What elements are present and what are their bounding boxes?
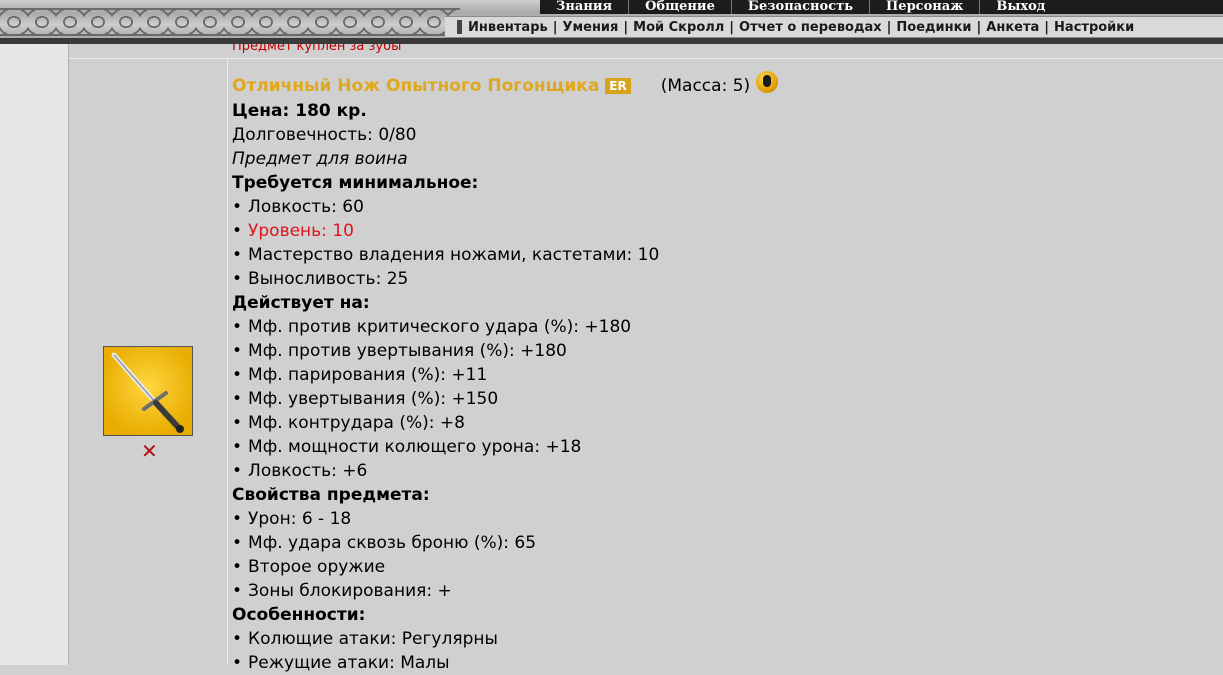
table-top-border — [69, 58, 1223, 59]
effect-item: • Мф. против увертывания (%): +180 — [232, 341, 567, 361]
submenu-separator: | — [976, 19, 982, 35]
header-ornament — [0, 10, 460, 34]
submenu-my-scroll[interactable]: Мой Скролл — [633, 20, 724, 35]
header-bottom-line — [0, 38, 1223, 44]
property-item: • Урон: 6 - 18 — [232, 509, 352, 529]
info-icon[interactable] — [756, 71, 779, 93]
features-title: Особенности: — [232, 605, 366, 625]
requirement-item-unmet: • Уровень: 10 — [232, 221, 354, 241]
effect-item: • Мф. парирования (%): +11 — [232, 365, 488, 385]
submenu-skills[interactable]: Умения — [562, 20, 618, 35]
submenu-transfer-report[interactable]: Отчет о переводах — [739, 20, 882, 35]
item-title-row: Отличный Нож Опытного Погонщика ER (Масс… — [232, 71, 1212, 99]
requirements-title: Требуется минимальное: — [232, 173, 479, 193]
property-item: • Второе оружие — [232, 557, 386, 577]
submenu-separator: | — [552, 19, 558, 35]
left-gutter — [0, 44, 68, 665]
properties-title: Свойства предмета: — [232, 485, 430, 505]
sub-menu: Инвентарь | Умения | Мой Скролл | Отчет … — [445, 16, 1223, 38]
item-mass: (Масса: 5) — [660, 76, 751, 96]
item-durability: Долговечность: 0/80 — [232, 125, 417, 145]
submenu-duels[interactable]: Поединки — [896, 20, 971, 35]
feature-item: • Режущие атаки: Малы — [232, 653, 450, 673]
effect-item: • Мф. увертывания (%): +150 — [232, 389, 499, 409]
property-item: • Зоны блокирования: + — [232, 581, 452, 601]
item-class-note: Предмет для воина — [232, 149, 408, 169]
submenu-settings[interactable]: Настройки — [1054, 20, 1134, 35]
effect-item: • Мф. контрудара (%): +8 — [232, 413, 465, 433]
effects-title: Действует на: — [232, 293, 370, 313]
property-item: • Мф. удара сквозь броню (%): 65 — [232, 533, 537, 553]
submenu-separator: | — [886, 19, 892, 35]
top-menu: Знания Общение Безопасность Персонаж Вых… — [540, 0, 1223, 14]
requirement-item: • Выносливость: 25 — [232, 269, 409, 289]
item-name-link[interactable]: Отличный Нож Опытного Погонщика — [232, 74, 599, 98]
submenu-separator: | — [1044, 19, 1050, 35]
knife-icon — [111, 352, 184, 433]
header-ornament-line — [0, 34, 460, 36]
remove-x-icon[interactable]: ✕ — [141, 441, 161, 461]
topmenu-knowledge[interactable]: Знания — [540, 0, 628, 14]
submenu-separator: | — [623, 19, 629, 35]
purchase-notice: Предмет куплен за зубы — [232, 44, 402, 54]
item-image[interactable] — [103, 346, 193, 436]
topmenu-exit[interactable]: Выход — [979, 0, 1061, 14]
er-badge: ER — [605, 78, 631, 94]
submenu-separator: | — [729, 19, 735, 35]
top-header: Знания Общение Безопасность Персонаж Вых… — [0, 0, 1223, 44]
topmenu-communication[interactable]: Общение — [628, 0, 731, 14]
left-border — [68, 44, 69, 665]
item-price: Цена: 180 кр. — [232, 101, 367, 121]
effect-item: • Ловкость: +6 — [232, 461, 368, 481]
submenu-inventory[interactable]: Инвентарь — [468, 20, 548, 35]
feature-item: • Колющие атаки: Регулярны — [232, 629, 498, 649]
effect-item: • Мф. против критического удара (%): +180 — [232, 317, 632, 337]
requirement-item: • Мастерство владения ножами, кастетами: … — [232, 245, 660, 265]
requirement-item: • Ловкость: 60 — [232, 197, 364, 217]
effect-item: • Мф. мощности колющего урона: +18 — [232, 437, 582, 457]
submenu-marker — [457, 20, 462, 34]
topmenu-security[interactable]: Безопасность — [730, 0, 869, 14]
cell-divider — [227, 59, 228, 665]
item-info: Отличный Нож Опытного Погонщика ER (Масс… — [232, 71, 1212, 675]
submenu-profile[interactable]: Анкета — [986, 20, 1039, 35]
topmenu-character[interactable]: Персонаж — [869, 0, 979, 14]
